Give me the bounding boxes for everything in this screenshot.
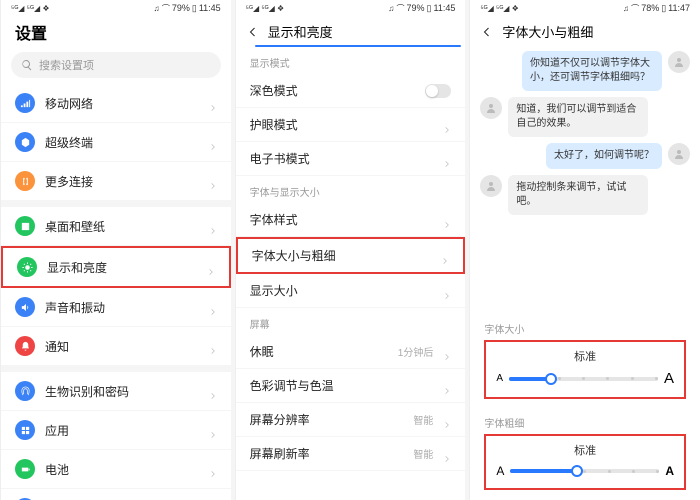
- row-wallpaper[interactable]: 桌面和壁纸: [1, 207, 231, 246]
- row-apps[interactable]: 应用: [1, 411, 231, 450]
- settings-list[interactable]: 移动网络 超级终端 更多连接 桌面和壁纸 显示和亮度 声音和振动 通知 生物识别…: [1, 84, 231, 500]
- statusbar: ⁵ᴳ◢ ⁵ᴳ◢ ❖ ♫ ⌒78%▯11:47: [470, 0, 700, 16]
- font-bold-icon: A: [665, 464, 674, 478]
- page-title: 设置: [1, 16, 231, 50]
- chevron-right-icon: [443, 287, 451, 295]
- font-weight-slider-box: 标准 A A: [484, 434, 686, 490]
- search-input[interactable]: 搜索设置项: [11, 52, 221, 78]
- settings-screen: ⁵ᴳ◢ ⁵ᴳ◢ ❖ ♫ ⌒ 79% ▯ 11:45 设置 搜索设置项 移动网络 …: [0, 0, 231, 500]
- header: 显示和亮度: [236, 16, 466, 45]
- chevron-right-icon: [443, 416, 451, 424]
- chevron-right-icon: [209, 387, 217, 395]
- row-refresh[interactable]: 屏幕刷新率智能: [236, 437, 466, 471]
- row-storage[interactable]: 存储: [1, 489, 231, 500]
- section-screen: 屏幕: [236, 308, 466, 335]
- chevron-right-icon: [443, 348, 451, 356]
- image-icon: [20, 221, 31, 232]
- back-button[interactable]: [246, 25, 260, 39]
- section-font: 字体与显示大小: [236, 176, 466, 203]
- chevron-right-icon: [209, 303, 217, 311]
- section-mode: 显示模式: [236, 47, 466, 74]
- row-notif[interactable]: 通知: [1, 327, 231, 366]
- chevron-right-icon: [209, 222, 217, 230]
- chevron-right-icon: [209, 177, 217, 185]
- row-fontsize[interactable]: 字体大小与粗细: [236, 237, 466, 274]
- avatar-icon: [480, 175, 502, 197]
- avatar-icon: [480, 97, 502, 119]
- chevron-right-icon: [443, 450, 451, 458]
- chat-msg: 知道，我们可以调节到适合自己的效果。: [480, 97, 690, 137]
- row-display[interactable]: 显示和亮度: [1, 246, 231, 288]
- chevron-right-icon: [209, 465, 217, 473]
- row-displaysize[interactable]: 显示大小: [236, 274, 466, 308]
- sun-icon: [22, 262, 33, 273]
- slider-label: 标准: [496, 442, 674, 458]
- chevron-right-icon: [443, 121, 451, 129]
- back-button[interactable]: [480, 25, 494, 39]
- row-eye[interactable]: 护眼模式: [236, 108, 466, 142]
- row-battery[interactable]: 电池: [1, 450, 231, 489]
- chevron-right-icon: [441, 252, 449, 260]
- chat-msg: 太好了，如何调节呢？: [480, 143, 690, 169]
- bell-icon: [20, 341, 31, 352]
- speaker-icon: [20, 302, 31, 313]
- row-more[interactable]: 更多连接: [1, 162, 231, 201]
- chevron-right-icon: [207, 263, 215, 271]
- toggle-dark[interactable]: [425, 84, 451, 98]
- grid-icon: [20, 425, 31, 436]
- hexagon-icon: [20, 137, 31, 148]
- chevron-right-icon: [443, 155, 451, 163]
- chevron-right-icon: [443, 216, 451, 224]
- row-bio[interactable]: 生物识别和密码: [1, 372, 231, 411]
- row-color[interactable]: 色彩调节与色温: [236, 369, 466, 403]
- page-title: 字体大小与粗细: [502, 22, 593, 41]
- font-size-screen: ⁵ᴳ◢ ⁵ᴳ◢ ❖ ♫ ⌒78%▯11:47 字体大小与粗细 你知道不仅可以调节…: [469, 0, 700, 500]
- font-thin-icon: A: [496, 464, 504, 478]
- chat-preview: 你知道不仅可以调节字体大小，还可调节字体粗细吗？ 知道，我们可以调节到适合自己的…: [470, 45, 700, 221]
- row-dark[interactable]: 深色模式: [236, 74, 466, 108]
- row-fontstyle[interactable]: 字体样式: [236, 203, 466, 237]
- slider-caption: 字体大小: [484, 321, 686, 336]
- row-sleep[interactable]: 休眠1分钟后: [236, 335, 466, 369]
- slider-label: 标准: [496, 348, 674, 364]
- chevron-right-icon: [209, 99, 217, 107]
- font-size-section: 字体大小 标准 A A: [470, 315, 700, 409]
- font-large-icon: A: [664, 370, 674, 387]
- avatar-icon: [668, 51, 690, 73]
- header: 字体大小与粗细: [470, 16, 700, 45]
- font-small-icon: A: [496, 373, 503, 384]
- statusbar: ⁵ᴳ◢ ⁵ᴳ◢ ❖ ♫ ⌒79%▯11:45: [236, 0, 466, 16]
- row-ebook[interactable]: 电子书模式: [236, 142, 466, 176]
- slider-caption: 字体粗细: [484, 415, 686, 430]
- display-list[interactable]: 显示模式 深色模式 护眼模式 电子书模式 字体与显示大小 字体样式 字体大小与粗…: [236, 47, 466, 500]
- fingerprint-icon: [20, 386, 31, 397]
- chevron-right-icon: [209, 138, 217, 146]
- search-placeholder: 搜索设置项: [39, 57, 94, 73]
- display-settings-screen: ⁵ᴳ◢ ⁵ᴳ◢ ❖ ♫ ⌒79%▯11:45 显示和亮度 显示模式 深色模式 护…: [235, 0, 466, 500]
- row-sound[interactable]: 声音和振动: [1, 288, 231, 327]
- font-weight-section: 字体粗细 标准 A A: [470, 409, 700, 500]
- chat-msg: 拖动控制条来调节，试试吧。: [480, 175, 690, 215]
- chevron-right-icon: [443, 382, 451, 390]
- font-weight-slider[interactable]: [510, 466, 659, 476]
- font-size-slider-box: 标准 A A: [484, 340, 686, 399]
- bracket-icon: [20, 176, 31, 187]
- statusbar: ⁵ᴳ◢ ⁵ᴳ◢ ❖ ♫ ⌒ 79% ▯ 11:45: [1, 0, 231, 16]
- mobile-icon: [20, 98, 31, 109]
- row-mobile[interactable]: 移动网络: [1, 84, 231, 123]
- row-super[interactable]: 超级终端: [1, 123, 231, 162]
- chevron-right-icon: [209, 426, 217, 434]
- chat-msg: 你知道不仅可以调节字体大小，还可调节字体粗细吗？: [480, 51, 690, 91]
- chevron-right-icon: [209, 342, 217, 350]
- page-title: 显示和亮度: [268, 22, 333, 41]
- battery-icon: [20, 464, 31, 475]
- row-resolution[interactable]: 屏幕分辨率智能: [236, 403, 466, 437]
- avatar-icon: [668, 143, 690, 165]
- font-size-slider[interactable]: [509, 374, 658, 384]
- search-icon: [21, 59, 33, 71]
